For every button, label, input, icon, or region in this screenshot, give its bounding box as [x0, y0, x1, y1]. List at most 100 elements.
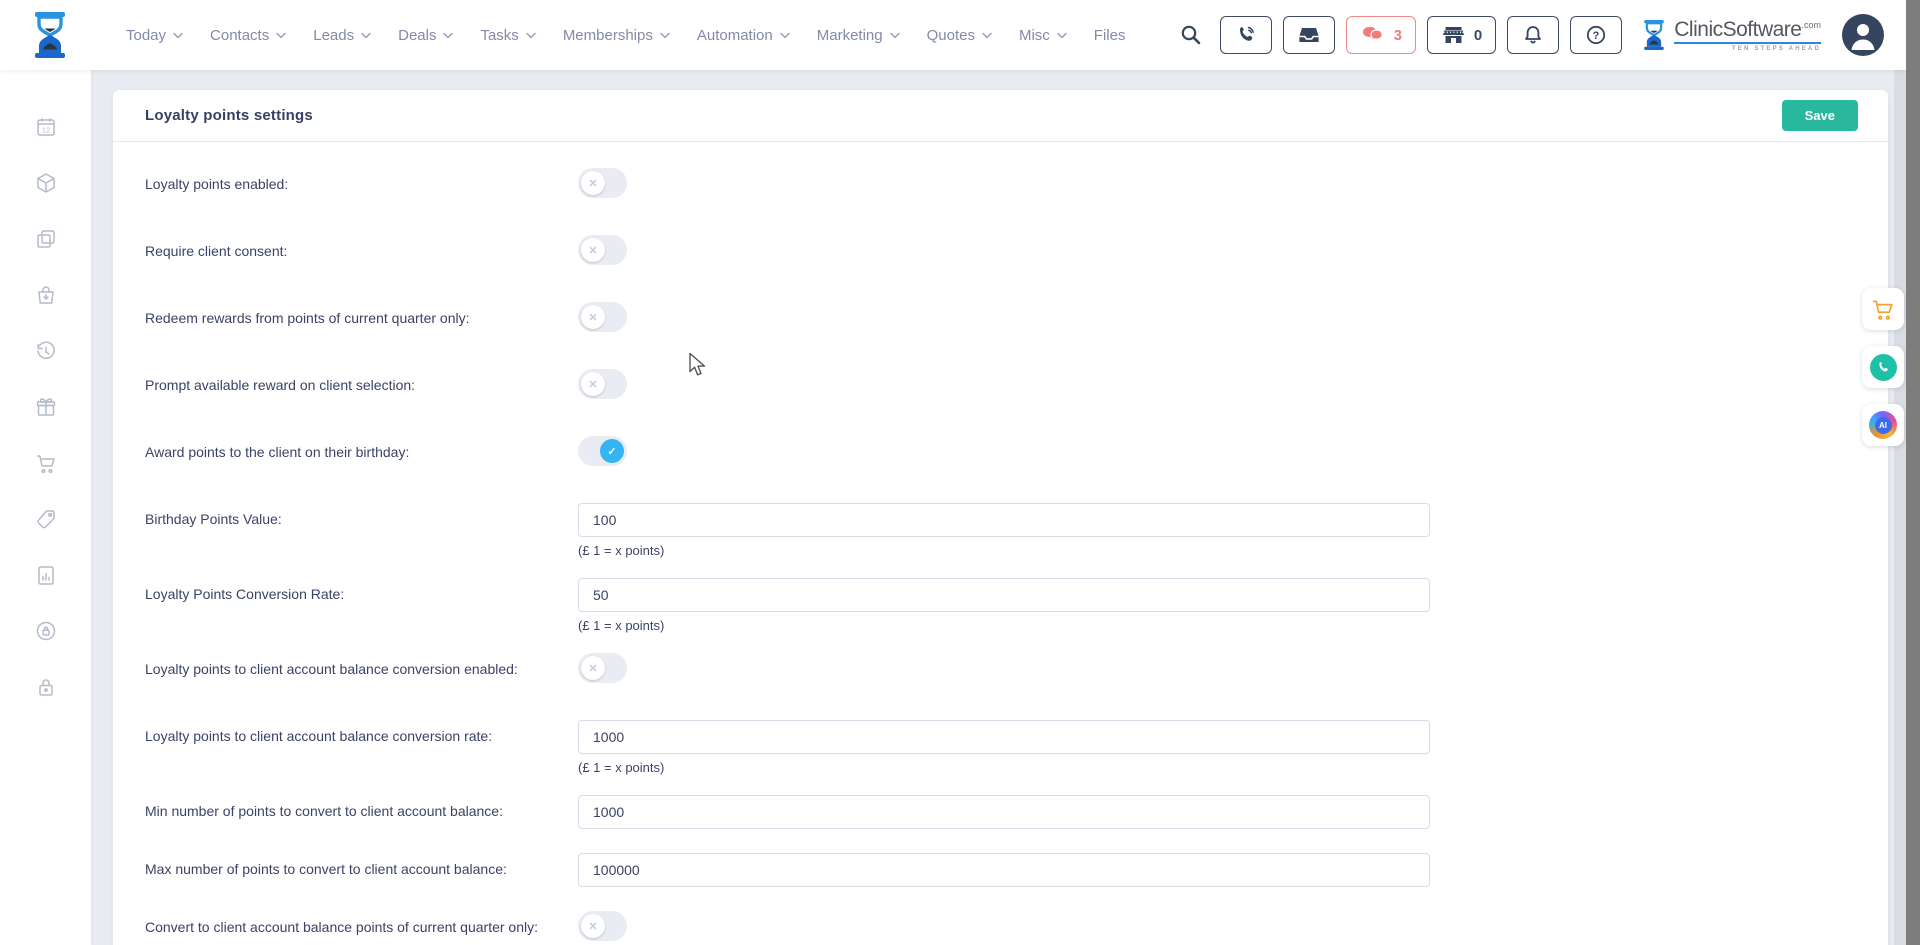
toggle-switch-off[interactable]: ✕: [578, 369, 627, 399]
nav-item-label: Deals: [398, 27, 436, 44]
nav-item-quotes[interactable]: Quotes: [927, 27, 992, 44]
chevron-down-icon: [890, 32, 900, 39]
account-privacy-icon[interactable]: [35, 620, 57, 642]
notifications-button[interactable]: [1507, 16, 1559, 54]
form-row: Require client consent:✕: [145, 235, 1858, 265]
text-input[interactable]: [578, 720, 1430, 754]
app-logo-hourglass-icon[interactable]: [30, 11, 70, 59]
store-icon: [1441, 24, 1466, 46]
toggle-switch-off[interactable]: ✕: [578, 302, 627, 332]
chat-button[interactable]: 3: [1346, 16, 1416, 54]
nav-item-automation[interactable]: Automation: [697, 27, 790, 44]
field-label: Loyalty points to client account balance…: [145, 653, 578, 677]
field-label: Redeem rewards from points of current qu…: [145, 302, 578, 326]
text-input[interactable]: [578, 795, 1430, 829]
phone-call-button[interactable]: [1220, 16, 1272, 54]
form-row: Convert to client account balance points…: [145, 911, 1858, 941]
toggle-switch-off[interactable]: ✕: [578, 653, 627, 683]
user-avatar[interactable]: [1842, 14, 1884, 56]
help-button[interactable]: ?: [1570, 16, 1622, 54]
nav-item-files[interactable]: Files: [1094, 27, 1126, 44]
chevron-down-icon: [443, 32, 453, 39]
cross-icon: ✕: [581, 656, 605, 680]
text-input[interactable]: [578, 853, 1430, 887]
bell-icon: [1522, 24, 1544, 46]
field-control: [578, 853, 1430, 887]
cart-icon: [1871, 297, 1895, 321]
inbox-icon: [1297, 24, 1321, 46]
pos-badge: 0: [1474, 27, 1482, 44]
field-control: (£ 1 = x points): [578, 503, 1430, 558]
toggle-switch-on[interactable]: ✓: [578, 436, 627, 466]
bag-download-icon[interactable]: [35, 284, 57, 306]
nav-item-tasks[interactable]: Tasks: [480, 27, 535, 44]
nav-item-deals[interactable]: Deals: [398, 27, 453, 44]
gift-icon[interactable]: [35, 396, 57, 418]
field-control: ✕: [578, 235, 627, 265]
text-input[interactable]: [578, 503, 1430, 537]
window-scrollbar[interactable]: [1906, 0, 1920, 945]
cross-icon: ✕: [581, 372, 605, 396]
cart-icon[interactable]: [35, 452, 57, 474]
field-label: Birthday Points Value:: [145, 503, 578, 527]
form-row: Min number of points to convert to clien…: [145, 795, 1858, 829]
svg-text:?: ?: [1593, 30, 1600, 42]
field-label: Max number of points to convert to clien…: [145, 853, 578, 877]
content-scroll-track[interactable]: [1894, 70, 1906, 945]
form-row: Loyalty points enabled:✕: [145, 168, 1858, 198]
field-control: ✕: [578, 911, 627, 941]
chevron-down-icon: [660, 32, 670, 39]
chevron-down-icon: [526, 32, 536, 39]
chevron-down-icon: [780, 32, 790, 39]
search-icon[interactable]: [1179, 23, 1203, 47]
field-label: Require client consent:: [145, 235, 578, 259]
left-sidebar: 12: [0, 70, 91, 945]
chevron-down-icon: [173, 32, 183, 39]
quick-phone-button[interactable]: [1862, 346, 1904, 388]
nav-item-memberships[interactable]: Memberships: [563, 27, 670, 44]
package-icon[interactable]: [35, 172, 57, 194]
nav-item-today[interactable]: Today: [126, 27, 183, 44]
nav-item-misc[interactable]: Misc: [1019, 27, 1067, 44]
form-row: Redeem rewards from points of current qu…: [145, 302, 1858, 332]
field-label: Min number of points to convert to clien…: [145, 795, 578, 819]
brand-tagline: TEN STEPS AHEAD: [1674, 42, 1821, 52]
toggle-switch-off[interactable]: ✕: [578, 235, 627, 265]
field-label: Convert to client account balance points…: [145, 911, 578, 935]
report-icon[interactable]: [35, 564, 57, 586]
nav-item-leads[interactable]: Leads: [313, 27, 371, 44]
nav-item-label: Leads: [313, 27, 354, 44]
price-tag-icon[interactable]: [35, 508, 57, 530]
field-label: Loyalty points to client account balance…: [145, 720, 578, 744]
help-icon: ?: [1585, 24, 1607, 46]
phone-call-icon: [1235, 24, 1257, 46]
quick-actions: AI: [1862, 288, 1904, 446]
text-input[interactable]: [578, 578, 1430, 612]
field-label: Loyalty points enabled:: [145, 168, 578, 192]
nav-item-label: Tasks: [480, 27, 518, 44]
calendar-12-icon[interactable]: 12: [35, 116, 57, 138]
chat-badge: 3: [1394, 27, 1402, 44]
toggle-switch-off[interactable]: ✕: [578, 168, 627, 198]
quick-ai-button[interactable]: AI: [1862, 404, 1904, 446]
loyalty-settings-panel: Loyalty points settings Save Loyalty poi…: [113, 90, 1888, 945]
save-button[interactable]: Save: [1782, 100, 1858, 131]
form-row: Loyalty points to client account balance…: [145, 720, 1858, 775]
nav-item-label: Files: [1094, 27, 1126, 44]
nav-item-contacts[interactable]: Contacts: [210, 27, 286, 44]
form-row: Award points to the client on their birt…: [145, 436, 1858, 466]
cross-icon: ✕: [581, 171, 605, 195]
form-row: Max number of points to convert to clien…: [145, 853, 1858, 887]
field-control: (£ 1 = x points): [578, 720, 1430, 775]
toggle-switch-off[interactable]: ✕: [578, 911, 627, 941]
duplicates-icon[interactable]: [35, 228, 57, 250]
quick-cart-button[interactable]: [1862, 288, 1904, 330]
panel-header: Loyalty points settings Save: [113, 90, 1888, 142]
lock-icon[interactable]: [35, 676, 57, 698]
nav-item-marketing[interactable]: Marketing: [817, 27, 900, 44]
pos-store-button[interactable]: 0: [1427, 16, 1496, 54]
page-title: Loyalty points settings: [145, 107, 313, 124]
field-control: ✕: [578, 369, 627, 399]
history-icon[interactable]: [35, 340, 57, 362]
inbox-button[interactable]: [1283, 16, 1335, 54]
